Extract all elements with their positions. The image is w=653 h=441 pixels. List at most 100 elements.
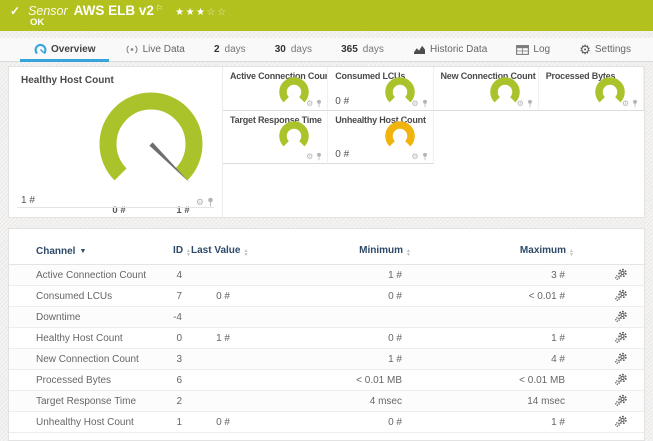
col-header-maximum[interactable]: Maximum ▲ ▼ (411, 229, 574, 265)
channel-settings-icon[interactable] (615, 394, 628, 409)
pin-icon[interactable] (422, 152, 428, 161)
broadcast-icon (126, 45, 138, 54)
gear-icon[interactable]: ⚙ (517, 100, 524, 108)
channel-settings-icon[interactable] (615, 310, 628, 325)
last-value-cell (191, 306, 239, 328)
channel-name-cell: Downtime (9, 306, 159, 328)
last-value-cell (191, 390, 239, 412)
minimum-cell: 0 # (239, 327, 411, 349)
channel-settings-icon[interactable] (615, 352, 628, 367)
tab-365-days[interactable]: 365 days (341, 38, 384, 61)
tab-label: Log (533, 44, 551, 55)
card-actions: ⚙ (411, 99, 427, 108)
card-actions: ⚙ (306, 152, 322, 161)
card-actions: ⚙ (517, 99, 533, 108)
tab-label: Live Data (142, 44, 185, 55)
col-header-label: Last Value (191, 245, 241, 256)
area-chart-icon (414, 45, 426, 54)
tab-live-data[interactable]: Live Data (125, 38, 185, 61)
table-icon (516, 44, 530, 55)
id-cell: 7 (159, 285, 191, 307)
gauge-card-active-connection-count: Active Connection Count ⚙ (223, 67, 329, 111)
maximum-cell: 1 # (411, 411, 574, 433)
gauge-current-value: 0 # (335, 96, 350, 107)
gauge-card-unhealthy-host-count: Unhealthy Host Count 0 # ⚙ (328, 111, 434, 164)
last-value-cell (191, 348, 239, 370)
gauge-dial[interactable] (383, 119, 417, 153)
minimum-cell: 0 # (239, 411, 411, 433)
stars-filled-icon: ★★★ (175, 7, 207, 18)
pin-icon[interactable] (632, 99, 638, 108)
sort-down-icon: ▼ (406, 252, 411, 258)
tab-historic-data[interactable]: Historic Data (413, 38, 487, 61)
sensor-name: AWS ELB v2 (73, 3, 154, 18)
gear-icon[interactable]: ⚙ (196, 198, 204, 207)
tab-30-days[interactable]: 30 days (275, 38, 312, 61)
tab-overview[interactable]: Overview (19, 38, 111, 62)
gauges-panel: Healthy Host Count 0 # 1 # 1 # ⚙ Active … (8, 66, 645, 218)
tab-log[interactable]: Log (516, 38, 550, 61)
channel-name-cell: Target Response Time (9, 390, 159, 412)
minimum-cell (239, 306, 411, 328)
id-cell: -4 (159, 306, 191, 328)
tab-label: Overview (51, 44, 96, 55)
maximum-cell: 14 msec (411, 390, 574, 412)
gear-icon[interactable]: ⚙ (411, 153, 418, 161)
col-header-actions (574, 229, 644, 265)
tab-number: 365 (341, 44, 358, 55)
channel-settings-icon[interactable] (615, 268, 628, 283)
table-row: Active Connection Count 4 1 # 3 # (9, 264, 644, 286)
sensor-title-line: ✓ Sensor AWS ELB v2 ⚐ ★★★☆☆ (10, 3, 227, 18)
col-header-last-value[interactable]: Last Value ▲ ▼ (191, 229, 248, 265)
sort-icon: ▲ ▼ (406, 249, 411, 258)
gauge-arc (490, 77, 520, 103)
col-header-id[interactable]: ID ▲ ▼ (159, 229, 191, 265)
gear-icon[interactable]: ⚙ (411, 100, 418, 108)
gauge-dial[interactable] (91, 84, 211, 204)
tab-number: 30 (274, 44, 286, 55)
last-value-cell (191, 264, 239, 286)
id-cell: 1 (159, 411, 191, 433)
pin-icon[interactable] (207, 197, 214, 207)
gear-icon: ⚙ (579, 42, 591, 57)
channel-name-cell: Unhealthy Host Count (9, 411, 159, 433)
minimum-cell: 1 # (239, 264, 411, 286)
status-check-icon: ✓ (10, 4, 21, 18)
maximum-cell: < 0.01 MB (411, 369, 574, 391)
table-row: Processed Bytes 6 < 0.01 MB < 0.01 MB (9, 369, 644, 391)
tab-2-days[interactable]: 2 days (214, 38, 246, 61)
pin-icon[interactable] (422, 99, 428, 108)
sensor-titlebar: ✓ Sensor AWS ELB v2 ⚐ ★★★☆☆ OK (0, 0, 653, 31)
priority-stars[interactable]: ★★★☆☆ (175, 7, 227, 18)
card-actions: ⚙ (196, 197, 214, 207)
tab-settings[interactable]: ⚙ Settings (579, 38, 631, 61)
pin-icon[interactable] (316, 152, 322, 161)
tab-unit: days (224, 44, 246, 55)
col-header-label: Maximum (519, 245, 567, 256)
minimum-cell: 4 msec (239, 390, 411, 412)
id-cell: 6 (159, 369, 191, 391)
col-header-label: ID (173, 245, 184, 256)
col-header-label: Channel (36, 245, 76, 257)
col-header-minimum[interactable]: Minimum ▲ ▼ (239, 229, 411, 265)
channel-settings-icon[interactable] (615, 289, 628, 304)
gauge-arc (99, 92, 203, 181)
channel-settings-icon[interactable] (615, 331, 628, 346)
gauge-arc (595, 77, 625, 103)
tab-label: Historic Data (430, 44, 488, 55)
flag-icon[interactable]: ⚐ (156, 4, 163, 13)
pin-icon[interactable] (527, 99, 533, 108)
channel-settings-icon[interactable] (615, 373, 628, 388)
channel-table-panel: Channel ▼ ID ▲ ▼ Last Value ▲ ▼ Minimum ▲ ▼ Max… (8, 228, 645, 441)
tab-unit: days (290, 44, 312, 55)
gauge-card-consumed-lcus: Consumed LCUs 0 # ⚙ (328, 67, 434, 111)
gear-icon[interactable]: ⚙ (306, 100, 313, 108)
gear-icon[interactable]: ⚙ (306, 153, 313, 161)
pin-icon[interactable] (316, 99, 322, 108)
tab-label: Settings (594, 44, 631, 55)
gear-icon[interactable]: ⚙ (622, 100, 629, 108)
gauge-dial[interactable] (277, 119, 311, 153)
col-header-channel[interactable]: Channel ▼ (9, 229, 159, 265)
channel-settings-icon[interactable] (615, 415, 628, 430)
sort-icon: ▲ ▼ (569, 249, 574, 258)
